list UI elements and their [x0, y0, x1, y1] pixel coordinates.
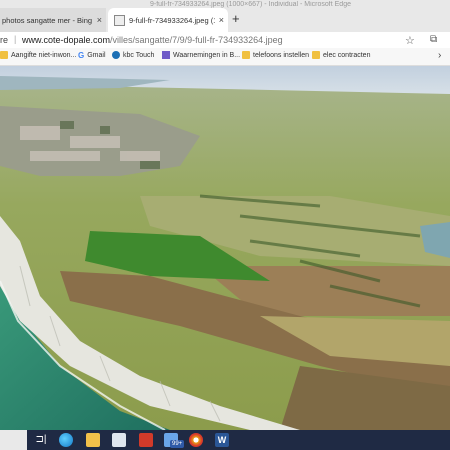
word-icon[interactable]: W — [215, 433, 229, 447]
url-path: /villes/sangatte/7/9/9-full-fr-734933264… — [110, 35, 283, 45]
favorite-gmail[interactable]: G Gmail — [78, 51, 106, 60]
favorite-waarnemingen[interactable]: Waarnemingen in B... — [162, 51, 240, 59]
tab-bing-search[interactable]: photos sangatte mer - Bing ima × — [0, 8, 106, 32]
new-tab-button[interactable]: + — [232, 12, 240, 26]
url-field[interactable]: www.cote-dopale.com/villes/sangatte/7/9/… — [22, 35, 283, 45]
separator: | — [14, 34, 17, 44]
collections-icon[interactable]: ⧉ — [430, 34, 437, 45]
favorite-kbc[interactable]: kbc Touch — [112, 51, 154, 59]
mail-badge: 99+ — [170, 440, 185, 448]
google-icon: G — [78, 51, 85, 60]
favorite-label: Waarnemingen in B... — [173, 51, 241, 59]
taskbar: ⊐| 99+ W — [0, 430, 450, 450]
folder-icon — [242, 51, 250, 59]
edge-icon[interactable] — [59, 433, 73, 447]
nav-label: re — [0, 35, 9, 45]
close-icon[interactable]: × — [97, 15, 102, 25]
task-view-icon[interactable]: ⊐| — [34, 433, 48, 447]
file-explorer-icon[interactable] — [86, 433, 100, 447]
chevron-right-icon[interactable]: › — [438, 50, 441, 61]
image-file-icon — [114, 14, 125, 26]
tab-label: photos sangatte mer - Bing ima — [2, 15, 93, 25]
folder-icon — [0, 51, 8, 59]
favorite-label: telefoons instellen — [253, 51, 310, 59]
favorite-aangifte[interactable]: Aangifte niet-inwon... — [0, 51, 76, 59]
search-box[interactable] — [0, 430, 27, 450]
star-icon[interactable]: ☆ — [405, 34, 415, 47]
chrome-icon[interactable] — [189, 433, 203, 447]
folder-icon — [312, 51, 320, 59]
favorite-label: Aangifte niet-inwon... — [11, 51, 77, 59]
address-bar: re | www.cote-dopale.com/villes/sangatte… — [0, 32, 450, 48]
favorites-bar: Aangifte niet-inwon... G Gmail kbc Touch… — [0, 48, 450, 66]
bing-icon — [162, 51, 170, 59]
store-icon[interactable] — [112, 433, 126, 447]
aerial-photo — [0, 66, 450, 430]
image-viewport — [0, 66, 450, 430]
close-icon[interactable]: × — [219, 15, 224, 25]
favorite-label: Gmail — [87, 52, 106, 59]
kbc-icon — [112, 51, 120, 59]
favorite-label: kbc Touch — [123, 51, 155, 59]
tab-label: 9-full-fr-734933264.jpeg (1000× — [129, 15, 215, 25]
window-title: 9-full-fr-734933264.jpeg (1000×667) - In… — [150, 1, 351, 8]
favorite-telefoons[interactable]: telefoons instellen — [242, 51, 309, 59]
app-icon[interactable] — [139, 433, 153, 447]
tab-image[interactable]: 9-full-fr-734933264.jpeg (1000× × — [108, 8, 228, 32]
favorite-elec[interactable]: elec contracten — [312, 51, 370, 59]
favorite-label: elec contracten — [323, 51, 371, 59]
tab-bar: 9-full-fr-734933264.jpeg (1000×667) - In… — [0, 0, 450, 32]
url-host: www.cote-dopale.com — [22, 35, 111, 45]
